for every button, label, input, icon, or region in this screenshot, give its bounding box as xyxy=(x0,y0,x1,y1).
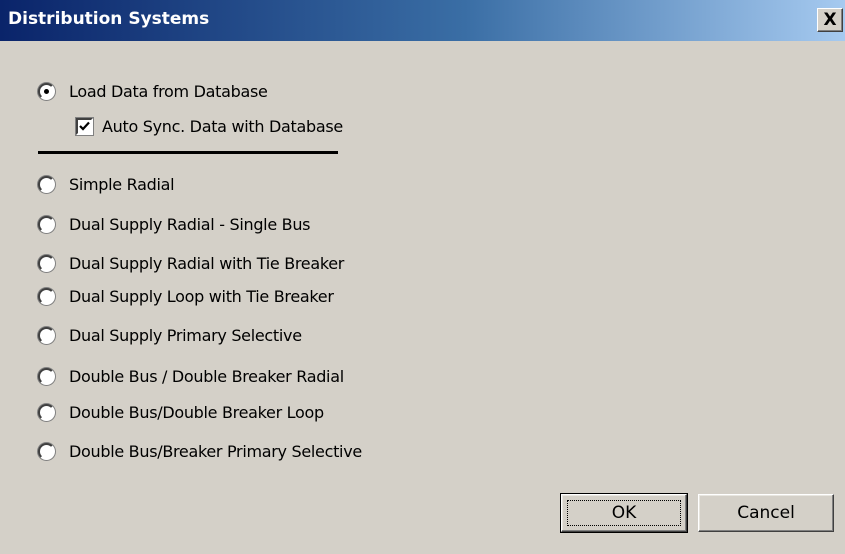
cancel-button[interactable]: Cancel xyxy=(698,494,834,532)
system-option-label: Double Bus/Breaker Primary Selective xyxy=(69,441,362,461)
radio-dual-supply-radial-tie-breaker[interactable] xyxy=(38,254,55,272)
close-button[interactable]: X xyxy=(817,8,843,32)
system-option-label: Dual Supply Radial - Single Bus xyxy=(69,214,311,234)
ok-button-label: OK xyxy=(567,500,681,526)
system-option-dual-supply-radial-single-bus[interactable]: Dual Supply Radial - Single Bus xyxy=(38,213,311,235)
radio-simple-radial[interactable] xyxy=(38,175,55,193)
system-option-dual-supply-loop-tie-breaker[interactable]: Dual Supply Loop with Tie Breaker xyxy=(38,285,334,307)
system-option-label: Dual Supply Loop with Tie Breaker xyxy=(69,286,334,306)
system-option-label: Dual Supply Radial with Tie Breaker xyxy=(69,253,345,273)
system-option-label: Dual Supply Primary Selective xyxy=(69,325,302,345)
system-option-double-bus-breaker-primary-selective[interactable]: Double Bus/Breaker Primary Selective xyxy=(38,440,362,462)
auto-sync-checkbox[interactable] xyxy=(76,117,93,135)
radio-dual-supply-primary-selective[interactable] xyxy=(38,326,55,344)
system-option-double-bus-double-breaker-loop[interactable]: Double Bus/Double Breaker Loop xyxy=(38,401,324,423)
auto-sync-label: Auto Sync. Data with Database xyxy=(102,116,343,136)
auto-sync-option[interactable]: Auto Sync. Data with Database xyxy=(76,115,343,137)
dialog-title: Distribution Systems xyxy=(8,9,210,29)
load-from-database-option[interactable]: Load Data from Database xyxy=(38,80,268,102)
radio-load-from-database[interactable] xyxy=(38,82,55,100)
checkmark-icon xyxy=(79,121,90,131)
system-option-simple-radial[interactable]: Simple Radial xyxy=(38,173,175,195)
system-option-label: Double Bus/Double Breaker Loop xyxy=(69,402,324,422)
radio-dual-supply-loop-tie-breaker[interactable] xyxy=(38,287,55,305)
radio-double-bus-double-breaker-radial[interactable] xyxy=(38,367,55,385)
radio-double-bus-double-breaker-loop[interactable] xyxy=(38,403,55,421)
distribution-systems-dialog: Distribution Systems X Load Data from Da… xyxy=(0,0,845,554)
ok-button[interactable]: OK xyxy=(560,493,688,533)
system-option-dual-supply-primary-selective[interactable]: Dual Supply Primary Selective xyxy=(38,324,302,346)
section-divider xyxy=(38,151,338,154)
radio-double-bus-breaker-primary-selective[interactable] xyxy=(38,442,55,460)
system-option-dual-supply-radial-tie-breaker[interactable]: Dual Supply Radial with Tie Breaker xyxy=(38,252,344,274)
radio-dual-supply-radial-single-bus[interactable] xyxy=(38,215,55,233)
system-option-label: Simple Radial xyxy=(69,174,175,194)
system-option-label: Double Bus / Double Breaker Radial xyxy=(69,366,344,386)
system-option-double-bus-double-breaker-radial[interactable]: Double Bus / Double Breaker Radial xyxy=(38,365,344,387)
title-bar[interactable]: Distribution Systems X xyxy=(0,0,845,41)
load-from-database-label: Load Data from Database xyxy=(69,81,268,101)
close-icon: X xyxy=(823,10,837,30)
